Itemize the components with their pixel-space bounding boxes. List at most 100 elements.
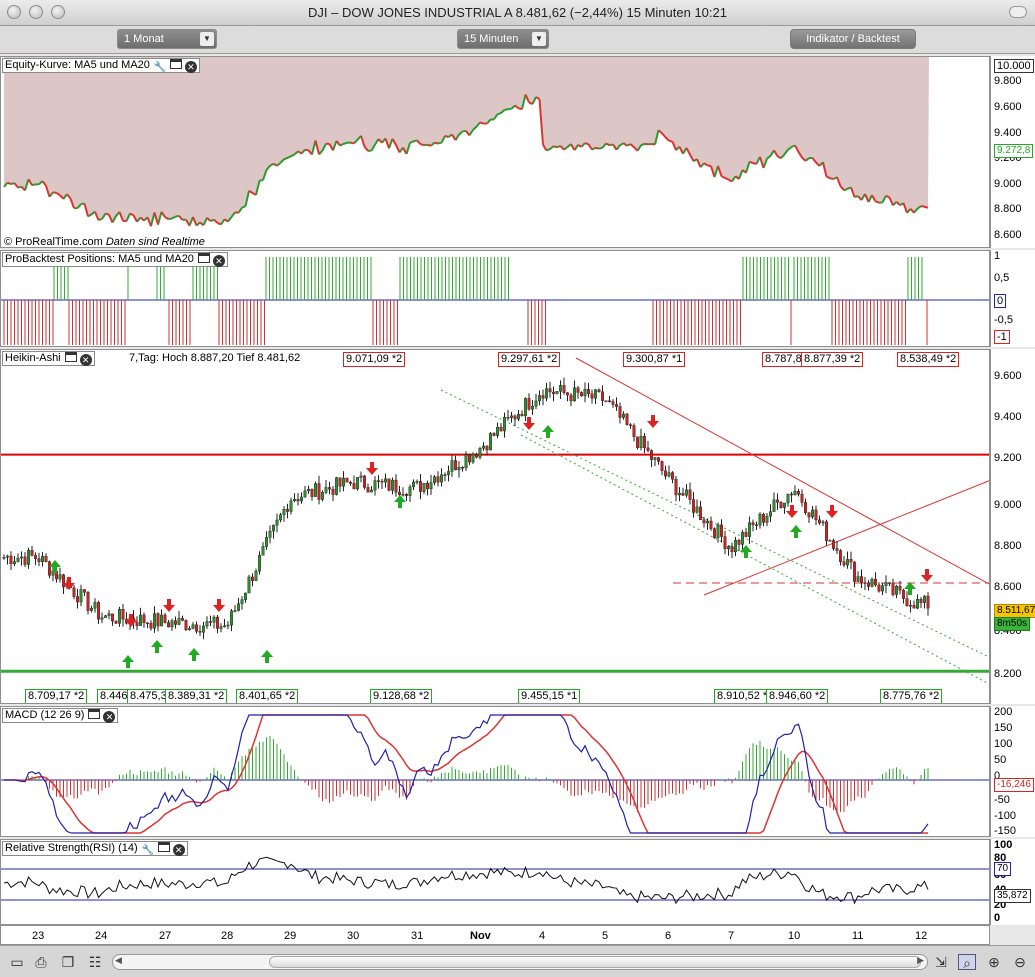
- up-candle: [534, 400, 538, 407]
- up-candle: [916, 599, 920, 609]
- macd-panel-title: MACD (12 26 9) ✕: [2, 708, 119, 723]
- down-candle: [387, 478, 391, 491]
- down-candle: [629, 424, 633, 426]
- down-candle: [527, 398, 531, 410]
- up-candle: [187, 628, 191, 631]
- rsi-panel[interactable]: Relative Strength(RSI) (14) 🔧 ✕: [0, 839, 990, 925]
- up-candle: [695, 506, 699, 513]
- up-candle: [870, 578, 874, 587]
- down-candle: [874, 578, 878, 586]
- down-candle: [328, 487, 332, 490]
- candle-timer-tag: 8m50s: [994, 617, 1031, 631]
- chart-scrollbar[interactable]: ◀ ▶: [112, 954, 928, 970]
- up-candle: [716, 524, 720, 538]
- time-axis-label: 30: [347, 930, 360, 942]
- window-icon[interactable]: [88, 709, 101, 719]
- down-candle: [569, 394, 573, 402]
- up-candle: [152, 613, 156, 629]
- up-candle: [300, 496, 304, 502]
- down-candle: [394, 479, 398, 493]
- cursor-icon[interactable]: ⇲: [932, 954, 950, 970]
- wrench-icon[interactable]: 🔧: [142, 845, 154, 857]
- daily-high-low-info: 7,Tag: Hoch 8.887,20 Tief 8.481,62: [129, 352, 301, 364]
- up-candle: [531, 406, 535, 410]
- up-candle: [412, 481, 416, 488]
- scroll-left-icon[interactable]: ◀: [115, 955, 122, 966]
- up-candle: [229, 610, 233, 626]
- up-candle: [335, 477, 339, 495]
- down-candle: [75, 596, 79, 603]
- positions-panel-title: ProBacktest Positions: MA5 und MA20 ✕: [2, 252, 228, 267]
- scroll-right-icon[interactable]: ▶: [917, 955, 924, 966]
- up-candle: [422, 483, 426, 492]
- down-candle: [82, 589, 86, 593]
- down-candle: [208, 621, 212, 623]
- up-candle: [384, 478, 388, 483]
- zoom-out-icon[interactable]: ⊖: [1011, 954, 1029, 970]
- chevron-down-icon: ▼: [200, 32, 214, 46]
- up-candle: [408, 486, 412, 496]
- high-label: 9.071,09 *2: [343, 352, 406, 367]
- down-candle: [587, 389, 591, 395]
- down-candle: [601, 391, 605, 401]
- heikin-axis-label: 9.600: [994, 370, 1022, 382]
- equity-axis-label: 9.800: [994, 75, 1022, 87]
- wrench-icon[interactable]: 🔧: [154, 62, 166, 74]
- time-axis-label: 27: [159, 930, 172, 942]
- low-label: 9.455,15 *1: [518, 689, 581, 703]
- down-candle: [405, 494, 409, 496]
- close-icon[interactable]: ✕: [79, 354, 92, 366]
- close-icon[interactable]: ✕: [212, 255, 225, 267]
- down-candle: [23, 556, 27, 565]
- channel-upper-line: [440, 389, 989, 658]
- scrollbar-thumb[interactable]: [269, 956, 921, 968]
- down-candle: [814, 509, 818, 521]
- time-axis-label: 7: [728, 930, 735, 942]
- close-icon[interactable]: ✕: [184, 61, 197, 73]
- window-icon[interactable]: [157, 842, 170, 852]
- down-candle: [807, 512, 811, 518]
- save-icon[interactable]: ▭: [8, 954, 26, 970]
- down-candle: [877, 584, 881, 592]
- down-candle: [499, 426, 503, 432]
- down-candle: [331, 488, 335, 495]
- indicator-backtest-button[interactable]: Indikator / Backtest: [790, 29, 916, 49]
- low-label: 8.910,52 *: [714, 689, 771, 703]
- down-candle: [461, 466, 465, 469]
- positions-panel[interactable]: ProBacktest Positions: MA5 und MA20 ✕: [0, 250, 990, 347]
- time-axis-label: 31: [411, 930, 424, 942]
- window-icon[interactable]: [64, 352, 77, 362]
- down-candle: [912, 605, 916, 609]
- down-candle: [352, 483, 356, 490]
- up-candle: [758, 513, 762, 526]
- up-candle: [265, 537, 269, 547]
- heikin-panel-title: Heikin-Ashi ✕: [2, 351, 95, 366]
- macd-panel[interactable]: MACD (12 26 9) ✕: [0, 706, 990, 837]
- buy-arrow-icon: [790, 525, 802, 538]
- zoom-icon[interactable]: ⌕: [958, 954, 976, 971]
- up-candle: [236, 603, 240, 611]
- copy-icon[interactable]: ❐: [59, 954, 77, 970]
- window-icon[interactable]: [197, 253, 210, 263]
- settings-icon[interactable]: ☷: [86, 954, 104, 970]
- down-candle: [580, 392, 584, 397]
- close-icon[interactable]: ✕: [172, 844, 185, 856]
- close-icon[interactable]: ✕: [103, 711, 116, 723]
- buy-arrow-icon: [122, 655, 134, 668]
- equity-axis-label: 9.000: [994, 178, 1022, 190]
- high-label: 8.538,49 *2: [897, 352, 960, 367]
- up-candle: [415, 481, 419, 483]
- up-candle: [356, 477, 360, 490]
- period-select[interactable]: 1 Monat ▼: [117, 29, 217, 49]
- print-icon[interactable]: ⎙: [32, 954, 50, 970]
- up-candle: [243, 592, 247, 600]
- toolbar-toggle-button[interactable]: [1009, 6, 1027, 18]
- zoom-in-icon[interactable]: ⊕: [985, 954, 1003, 970]
- up-candle: [258, 554, 262, 572]
- heikin-ashi-panel[interactable]: Heikin-Ashi ✕ 7,Tag: Hoch 8.887,20 Tief 8…: [0, 349, 990, 704]
- interval-select[interactable]: 15 Minuten ▼: [457, 29, 549, 49]
- window-icon[interactable]: [169, 59, 182, 69]
- equity-panel[interactable]: Equity-Kurve: MA5 und MA20 🔧 ✕ © ProRealTi…: [0, 56, 990, 248]
- equity-axis-label: 9.400: [994, 127, 1022, 139]
- macd-axis-label: -150: [994, 825, 1017, 837]
